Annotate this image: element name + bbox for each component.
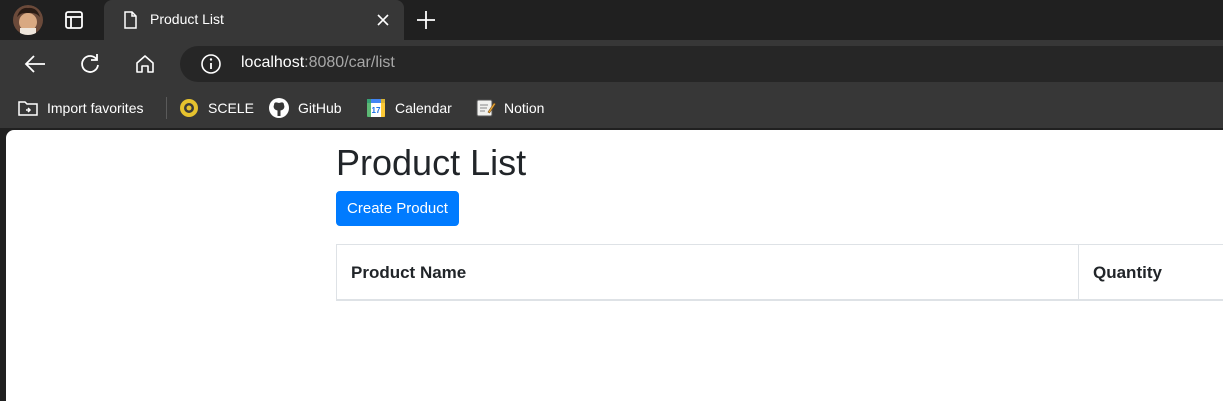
- bookmark-notion[interactable]: Notion: [474, 96, 544, 120]
- browser-toolbar: localhost:8080/car/list: [0, 40, 1223, 88]
- page-title: Product List: [336, 142, 527, 183]
- url-text: localhost:8080/car/list: [241, 54, 395, 72]
- scele-icon: [180, 99, 198, 117]
- reload-icon[interactable]: [78, 52, 102, 76]
- bookmark-scele[interactable]: SCELE: [178, 96, 254, 120]
- site-info-icon[interactable]: [200, 53, 222, 75]
- bookmark-label: Calendar: [395, 100, 452, 116]
- page-icon: [120, 10, 140, 30]
- calendar-icon: 17: [367, 99, 385, 117]
- calendar-icon-day: 17: [372, 106, 381, 115]
- bookmark-separator: [166, 97, 167, 119]
- create-product-button[interactable]: Create Product: [336, 191, 459, 226]
- bookmark-label: Import favorites: [47, 100, 144, 116]
- column-header-product-name: Product Name: [337, 245, 1079, 300]
- page-viewport: Product List Create Product Product Name…: [6, 130, 1223, 401]
- url-path: :8080/car/list: [304, 54, 395, 71]
- bookmark-label: SCELE: [208, 100, 254, 116]
- address-bar[interactable]: localhost:8080/car/list: [180, 46, 1223, 82]
- home-icon[interactable]: [133, 52, 157, 76]
- column-header-quantity: Quantity: [1093, 262, 1162, 282]
- import-favorites-icon: [18, 101, 38, 116]
- tab-actions-icon[interactable]: [62, 9, 86, 31]
- active-tab[interactable]: Product List: [104, 0, 404, 40]
- notion-icon: [476, 99, 496, 117]
- bookmark-import-favorites[interactable]: Import favorites: [17, 96, 143, 120]
- bookmarks-bar: Import favorites SCELE GitHub 17 Calenda…: [0, 88, 1223, 128]
- tab-strip: Product List: [0, 0, 1223, 40]
- new-tab-icon[interactable]: [414, 8, 438, 32]
- close-tab-icon[interactable]: [374, 11, 392, 29]
- url-host: localhost: [241, 54, 305, 71]
- back-arrow-icon[interactable]: [23, 52, 47, 76]
- bookmark-github[interactable]: GitHub: [268, 96, 342, 120]
- profile-avatar-icon[interactable]: [12, 5, 44, 35]
- bookmark-label: Notion: [504, 100, 545, 116]
- github-icon: [269, 98, 289, 118]
- bookmark-label: GitHub: [298, 100, 342, 116]
- tab-title: Product List: [150, 11, 224, 27]
- bookmark-calendar[interactable]: 17 Calendar: [365, 96, 452, 120]
- product-table: Product Name Quantity: [336, 244, 1223, 301]
